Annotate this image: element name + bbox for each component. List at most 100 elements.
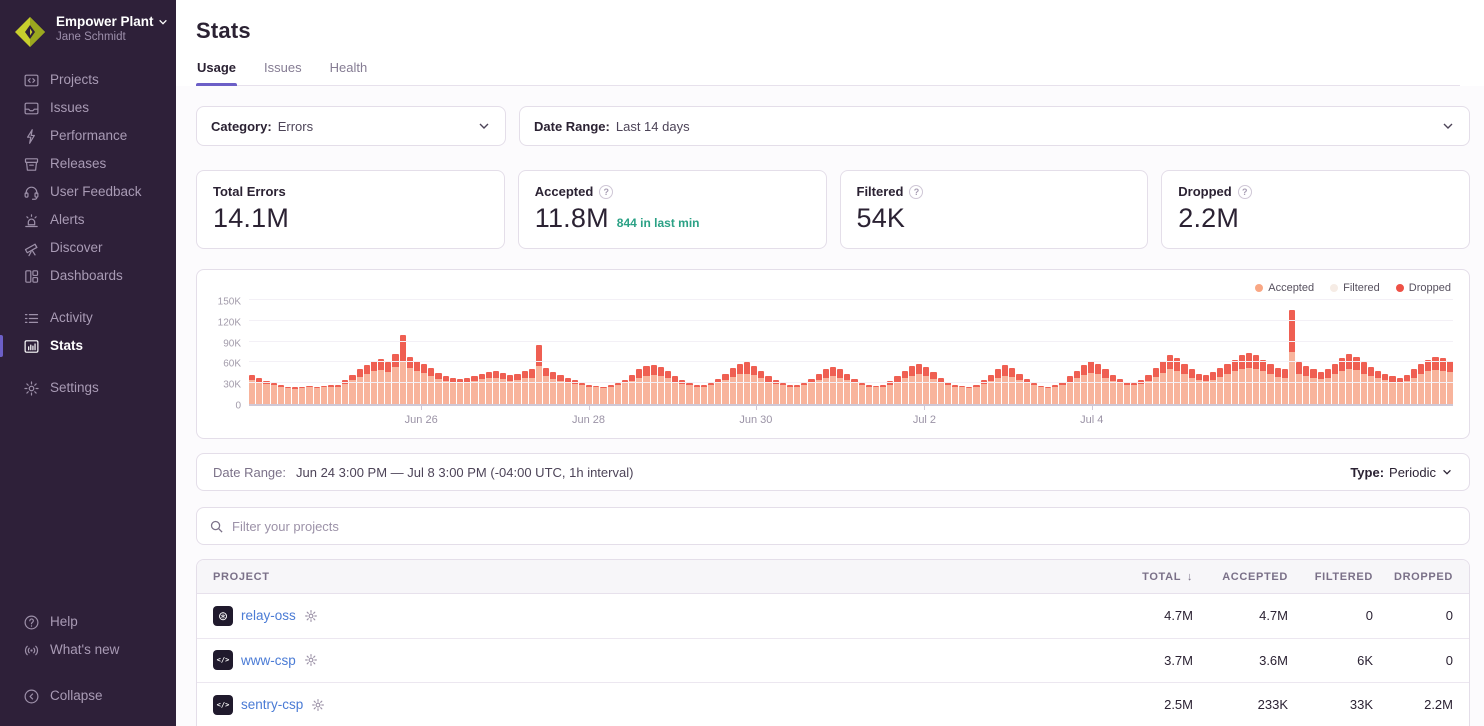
sidebar-item-releases[interactable]: Releases	[0, 150, 176, 178]
chart-bar	[859, 383, 865, 404]
chart-bar	[1275, 368, 1281, 404]
sidebar-item-dashboards[interactable]: Dashboards	[0, 262, 176, 290]
releases-icon	[22, 155, 40, 173]
project-settings-gear-icon[interactable]	[311, 698, 325, 712]
column-header-total[interactable]: TOTAL ↓	[1083, 571, 1193, 583]
tab-issues[interactable]: Issues	[263, 60, 303, 85]
info-icon[interactable]: ?	[909, 185, 923, 199]
card-value: 2.2M	[1178, 203, 1239, 234]
org-name: Empower Plant	[56, 14, 154, 29]
chart-bar	[1181, 364, 1187, 404]
info-icon[interactable]: ?	[599, 185, 613, 199]
chart-bar	[1303, 366, 1309, 404]
alerts-icon	[22, 211, 40, 229]
sidebar-item-issues[interactable]: Issues	[0, 94, 176, 122]
tab-usage[interactable]: Usage	[196, 60, 237, 85]
table-body: ⊛relay-oss4.7M4.7M00</>www-csp3.7M3.6M6K…	[197, 594, 1469, 726]
sidebar-item-label: Releases	[50, 156, 106, 172]
gridline	[249, 361, 1453, 362]
column-header-accepted[interactable]: ACCEPTED	[1193, 571, 1288, 583]
project-settings-gear-icon[interactable]	[304, 653, 318, 667]
org-user: Jane Schmidt	[56, 31, 168, 43]
sidebar-item-help[interactable]: Help	[0, 608, 176, 636]
issues-icon	[22, 99, 40, 117]
activity-icon	[22, 309, 40, 327]
chart-bar	[751, 366, 757, 404]
filter-row: Category: Errors Date Range: Last 14 day…	[196, 106, 1470, 146]
tab-health[interactable]: Health	[329, 60, 369, 85]
card-value: 54K	[857, 203, 906, 234]
gridline	[249, 299, 1453, 300]
legend-item-filtered[interactable]: Filtered	[1330, 282, 1380, 294]
chart-bar	[443, 376, 449, 404]
sidebar-item-label: What's new	[50, 642, 119, 658]
daterange-select[interactable]: Date Range: Last 14 days	[519, 106, 1470, 146]
chart-bar	[916, 364, 922, 404]
card-label: Total Errors	[213, 184, 286, 199]
chart-bar	[579, 383, 585, 404]
chart-bar	[1310, 369, 1316, 404]
chart-bar	[500, 373, 506, 404]
sidebar-item-user-feedback[interactable]: User Feedback	[0, 178, 176, 206]
chart-bar	[507, 375, 513, 404]
chart-bar	[952, 385, 958, 404]
sidebar-item-label: Performance	[50, 128, 127, 144]
project-settings-gear-icon[interactable]	[304, 609, 318, 623]
legend-item-dropped[interactable]: Dropped	[1396, 282, 1451, 294]
x-tick-label: Jul 4	[1080, 414, 1103, 426]
chart-bar	[522, 371, 528, 404]
project-link[interactable]: relay-oss	[241, 608, 296, 623]
legend-dot	[1255, 284, 1263, 292]
chart-bar	[249, 375, 255, 404]
chart-bar	[679, 380, 685, 404]
chevron-down-icon	[1441, 466, 1453, 478]
sidebar-item-discover[interactable]: Discover	[0, 234, 176, 262]
chart-bar	[651, 365, 657, 404]
project-filter-input[interactable]	[232, 519, 1457, 534]
dashboards-icon	[22, 267, 40, 285]
project-link[interactable]: sentry-csp	[241, 697, 303, 712]
legend-item-accepted[interactable]: Accepted	[1255, 282, 1314, 294]
chart-bar	[543, 368, 549, 404]
chart-bar	[1332, 364, 1338, 404]
card-live-count: 844 in last min	[617, 216, 700, 230]
chart-bar	[285, 387, 291, 404]
sidebar-item-settings[interactable]: Settings	[0, 374, 176, 402]
column-header-filtered[interactable]: FILTERED	[1288, 571, 1373, 583]
chart-bar	[1325, 369, 1331, 404]
sidebar-item-activity[interactable]: Activity	[0, 304, 176, 332]
chart-bar	[787, 385, 793, 404]
table-row-sentry-csp: </>sentry-csp2.5M233K33K2.2M	[197, 683, 1469, 726]
category-select[interactable]: Category: Errors	[196, 106, 506, 146]
sidebar-item-projects[interactable]: Projects	[0, 66, 176, 94]
org-switcher[interactable]: Empower Plant Jane Schmidt	[0, 12, 176, 50]
sidebar-collapse-wrap: Collapse	[0, 682, 176, 710]
column-header-dropped[interactable]: DROPPED	[1373, 571, 1453, 583]
sidebar-item-stats[interactable]: Stats	[0, 332, 176, 360]
chart-bar	[866, 385, 872, 404]
legend-label: Filtered	[1343, 282, 1380, 294]
chart-bar	[1418, 364, 1424, 404]
card-label: Dropped	[1178, 184, 1231, 199]
chart-bar	[1081, 365, 1087, 404]
cell-total: 2.5M	[1083, 697, 1193, 712]
sidebar-item-label: Issues	[50, 100, 89, 116]
type-select[interactable]: Type: Periodic	[1350, 465, 1453, 480]
sidebar-item-alerts[interactable]: Alerts	[0, 206, 176, 234]
column-header-project[interactable]: PROJECT	[213, 571, 1083, 583]
info-icon[interactable]: ?	[1238, 185, 1252, 199]
chart-bar	[730, 368, 736, 404]
chart-legend: Accepted Filtered Dropped	[1255, 282, 1451, 294]
chart-bar	[385, 362, 391, 404]
sidebar-spacer	[0, 416, 176, 608]
sidebar-item-performance[interactable]: Performance	[0, 122, 176, 150]
range-label: Date Range:	[213, 465, 286, 480]
chart-bar	[830, 367, 836, 404]
chart-bar	[1282, 369, 1288, 404]
card-filtered: Filtered?54K	[840, 170, 1149, 249]
x-tick	[756, 405, 757, 410]
project-link[interactable]: www-csp	[241, 653, 296, 668]
chart-bar	[364, 365, 370, 405]
sidebar-item-what-s-new[interactable]: What's new	[0, 636, 176, 664]
collapse-button[interactable]: Collapse	[0, 682, 176, 710]
